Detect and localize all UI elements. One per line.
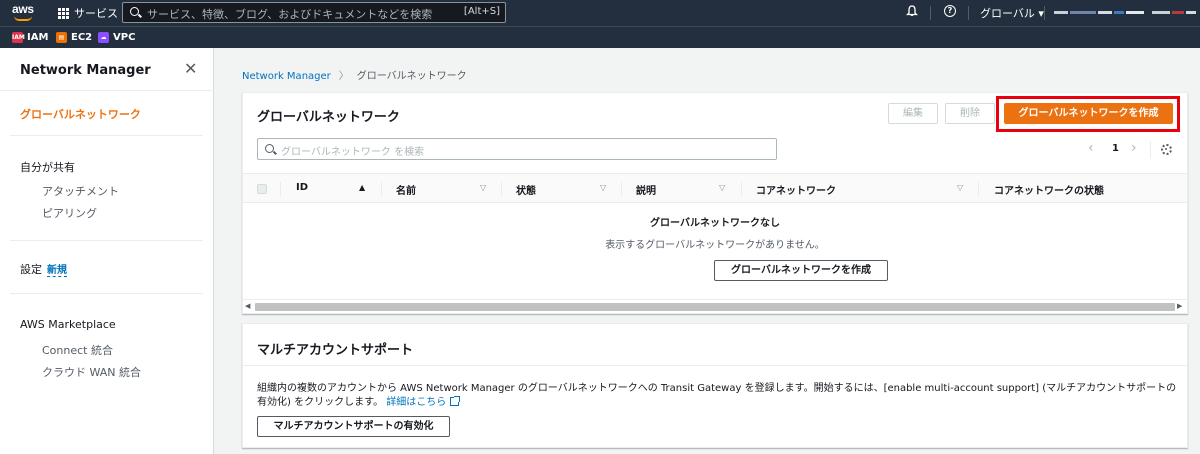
horizontal-scrollbar[interactable]: ◀ ▶: [243, 299, 1187, 313]
external-link-icon: [450, 396, 461, 406]
panel-divider: [243, 365, 1187, 366]
aws-logo-text: aws: [12, 2, 34, 16]
sidebar-item-global-networks[interactable]: グローバルネットワーク: [20, 106, 141, 122]
favorite-label: VPC: [113, 32, 136, 43]
next-page-icon[interactable]: ›: [1131, 140, 1137, 156]
region-selector[interactable]: グローバル ▾: [980, 5, 1044, 21]
ec2-icon: ▤: [56, 32, 67, 43]
scrollbar-thumb[interactable]: [255, 303, 1175, 311]
select-all-checkbox[interactable]: [257, 184, 267, 194]
nav-separator: [930, 6, 931, 20]
sort-icon[interactable]: ▽: [957, 183, 963, 192]
favorite-label: IAM: [27, 32, 49, 43]
filter-input[interactable]: グローバルネットワーク を検索: [257, 138, 777, 160]
close-sidebar-icon[interactable]: ✕: [184, 61, 198, 77]
sidebar-title[interactable]: Network Manager: [20, 63, 151, 78]
column-header-state[interactable]: 状態: [516, 182, 536, 197]
scroll-right-icon[interactable]: ▶: [1177, 302, 1182, 310]
favorite-iam[interactable]: IAM IAM: [12, 32, 48, 43]
favorites-bar: IAM IAM ▤ EC2 ☁ VPC: [0, 26, 1200, 48]
services-menu-button[interactable]: サービス: [58, 5, 118, 21]
empty-create-global-network-button[interactable]: グローバルネットワークを作成: [714, 260, 888, 281]
sidebar-section-shared: 自分が共有: [20, 161, 75, 174]
sort-icon[interactable]: ▽: [480, 183, 486, 192]
table-header: ID ▲ 名前 ▽ 状態 ▽ 説明 ▽ コアネットワーク ▽ コアネットワークの…: [243, 173, 1187, 203]
settings-gear-icon[interactable]: [1161, 144, 1172, 155]
global-networks-panel: グローバルネットワーク 編集 削除 グローバルネットワークを作成 グローバルネッ…: [242, 92, 1188, 314]
vpc-icon: ☁: [98, 32, 109, 43]
sidebar-divider: [0, 90, 214, 91]
favorite-ec2[interactable]: ▤ EC2: [56, 32, 92, 43]
iam-icon: IAM: [12, 32, 25, 43]
column-header-description[interactable]: 説明: [636, 182, 656, 197]
grid-icon: [58, 7, 69, 19]
side-navigation: Network Manager ✕ グローバルネットワーク 自分が共有 アタッチ…: [0, 48, 214, 454]
learn-more-link[interactable]: 詳細はこちら: [386, 396, 461, 408]
pager-separator: [1150, 141, 1151, 159]
scroll-left-icon[interactable]: ◀: [245, 302, 250, 310]
enable-multi-account-support-button[interactable]: マルチアカウントサポートの有効化: [257, 416, 450, 437]
sidebar-divider: [10, 293, 203, 294]
sidebar-section-marketplace: AWS Marketplace: [20, 318, 116, 331]
chevron-right-icon: 〉: [338, 71, 349, 82]
sidebar-item-cloud-wan-integration[interactable]: クラウド WAN 統合: [42, 364, 141, 380]
new-badge: 新規: [47, 265, 67, 277]
previous-page-icon[interactable]: ‹: [1088, 140, 1094, 156]
sort-ascending-icon[interactable]: ▲: [359, 183, 365, 192]
global-search-input[interactable]: サービス、特徴、ブログ、およびドキュメントなどを検索 [Alt+S]: [122, 2, 506, 23]
search-icon: [265, 144, 274, 153]
top-navigation-bar: aws サービス サービス、特徴、ブログ、およびドキュメントなどを検索 [Alt…: [0, 0, 1200, 26]
sidebar-item-peering[interactable]: ピアリング: [42, 205, 97, 221]
edit-button[interactable]: 編集: [888, 103, 938, 124]
sidebar-item-attachments[interactable]: アタッチメント: [42, 183, 119, 199]
breadcrumb-current: グローバルネットワーク: [356, 71, 467, 82]
sidebar-item-connect-integration[interactable]: Connect 統合: [42, 342, 113, 358]
breadcrumb-network-manager[interactable]: Network Manager: [242, 71, 331, 82]
highlight-box: [996, 96, 1180, 132]
column-header-core-network[interactable]: コアネットワーク: [756, 182, 836, 197]
favorite-label: EC2: [71, 32, 93, 43]
delete-button[interactable]: 削除: [945, 103, 995, 124]
aws-smile-icon: [14, 16, 32, 21]
multi-account-support-panel: マルチアカウントサポート 組織内の複数のアカウントから AWS Network …: [242, 323, 1188, 448]
sidebar-divider: [10, 135, 203, 136]
panel-title: マルチアカウントサポート: [257, 343, 414, 358]
nav-separator: [1044, 6, 1045, 20]
panel-title: グローバルネットワーク: [257, 110, 400, 125]
nav-separator: [968, 6, 969, 20]
column-header-id[interactable]: ID: [296, 182, 308, 193]
sort-icon[interactable]: ▽: [719, 183, 725, 192]
search-placeholder: サービス、特徴、ブログ、およびドキュメントなどを検索: [147, 8, 433, 21]
favorite-vpc[interactable]: ☁ VPC: [98, 32, 135, 43]
aws-logo[interactable]: aws: [12, 3, 36, 23]
sidebar-divider: [10, 240, 203, 241]
sort-icon[interactable]: ▽: [600, 183, 606, 192]
notifications-bell-icon[interactable]: [906, 5, 918, 17]
breadcrumb: Network Manager 〉グローバルネットワーク: [242, 67, 467, 82]
sidebar-item-settings[interactable]: 設定 新規: [20, 261, 67, 277]
column-header-core-network-state[interactable]: コアネットワークの状態: [994, 182, 1104, 197]
settings-label: 設定: [20, 263, 42, 276]
services-label: サービス: [74, 7, 118, 20]
multi-account-description: 組織内の複数のアカウントから AWS Network Manager のグローバ…: [257, 382, 1181, 410]
help-icon[interactable]: ?: [944, 5, 956, 17]
empty-state-title: グローバルネットワークなし: [650, 218, 780, 229]
filter-placeholder: グローバルネットワーク を検索: [281, 147, 425, 158]
current-page-number[interactable]: 1: [1112, 143, 1119, 154]
column-header-name[interactable]: 名前: [396, 182, 416, 197]
search-shortcut: [Alt+S]: [463, 6, 500, 17]
empty-state-description: 表示するグローバルネットワークがありません。: [605, 240, 825, 251]
search-icon: [130, 7, 139, 16]
